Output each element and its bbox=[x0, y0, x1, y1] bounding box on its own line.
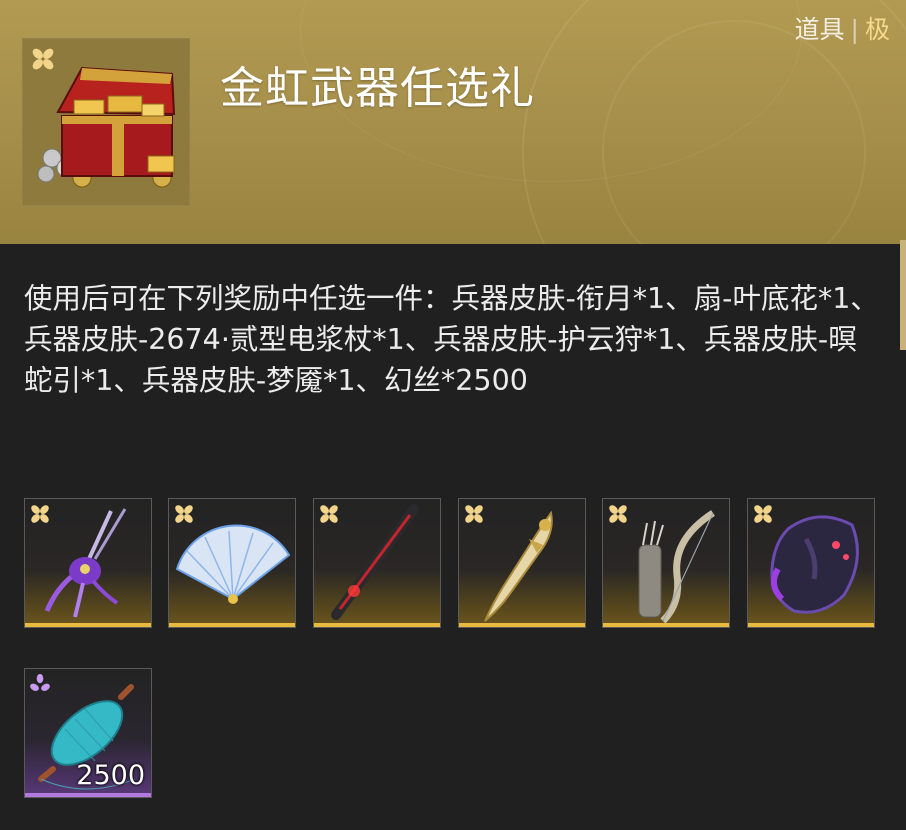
item-type-tag: 道具 bbox=[794, 15, 845, 44]
rarity-bar bbox=[169, 623, 295, 627]
reward-slot-6[interactable] bbox=[747, 498, 875, 628]
reward-slot-3[interactable] bbox=[313, 498, 441, 628]
item-title: 金虹武器任选礼 bbox=[220, 63, 535, 114]
gold-rarity-icon bbox=[31, 505, 49, 523]
treasure-chest-icon bbox=[22, 38, 190, 206]
rarity-bar bbox=[25, 793, 151, 797]
rarity-bar bbox=[459, 623, 585, 627]
tag-separator: | bbox=[850, 15, 859, 44]
rarity-bar bbox=[603, 623, 729, 627]
gold-rarity-icon bbox=[175, 505, 193, 523]
reward-slot-1[interactable] bbox=[24, 498, 152, 628]
gold-rarity-icon bbox=[465, 505, 483, 523]
rarity-bar bbox=[25, 623, 151, 627]
item-header: 金虹武器任选礼 道具 | 极 bbox=[0, 0, 906, 244]
panel-edge bbox=[900, 240, 906, 350]
item-grade-tag: 极 bbox=[864, 15, 890, 44]
gold-rarity-icon bbox=[754, 505, 772, 523]
rarity-bar bbox=[314, 623, 440, 627]
reward-slot-2[interactable] bbox=[168, 498, 296, 628]
item-description: 使用后可在下列奖励中任选一件：兵器皮肤-衔月*1、扇-叶底花*1、兵器皮肤-26… bbox=[24, 282, 879, 397]
gold-rarity-icon bbox=[609, 505, 627, 523]
reward-slot-4[interactable] bbox=[458, 498, 586, 628]
reward-slot-7[interactable]: 2500 bbox=[24, 668, 152, 798]
reward-count: 2500 bbox=[76, 760, 145, 791]
reward-slot-5[interactable] bbox=[602, 498, 730, 628]
rarity-bar bbox=[748, 623, 874, 627]
purple-rarity-icon bbox=[30, 673, 50, 691]
gold-rarity-icon bbox=[32, 48, 54, 70]
item-tags: 道具 | 极 bbox=[795, 10, 890, 46]
gold-rarity-icon bbox=[320, 505, 338, 523]
